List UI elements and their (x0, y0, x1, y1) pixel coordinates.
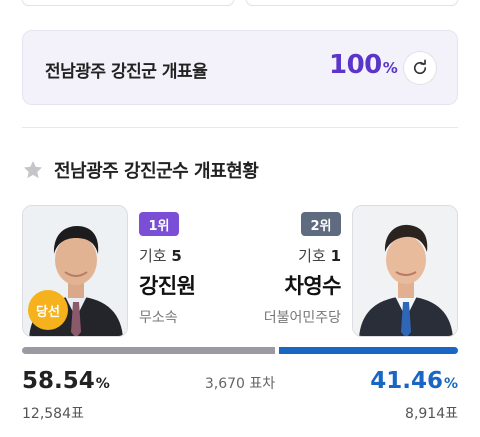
rank-badge-1: 1위 (139, 212, 179, 236)
candidate-2-name[interactable]: 차영수 (285, 270, 342, 300)
count-rate-card: 전남광주 강진군 개표율 100% (22, 30, 458, 105)
candidate-2-percent: 41.46% (370, 368, 458, 394)
winner-badge: 당선 (28, 290, 68, 330)
refresh-icon (413, 59, 427, 75)
section-title: 전남광주 강진군수 개표현황 (54, 161, 259, 182)
divider (22, 127, 458, 128)
candidate-1-votes: 12,584표 (22, 406, 84, 422)
count-rate-value: 100% (329, 50, 398, 80)
candidate-2-party: 더불어민주당 (263, 310, 341, 326)
count-rate-title: 전남광주 강진군 개표율 (45, 62, 208, 82)
candidate-2-number: 기호 1 (298, 247, 341, 265)
top-card-right (246, 0, 458, 6)
candidate-1-number: 기호 5 (139, 247, 182, 265)
star-icon[interactable] (22, 159, 44, 181)
candidate-2-portrait (353, 206, 457, 336)
vote-share-bar (22, 347, 458, 354)
top-card-left (22, 0, 234, 6)
candidate-1-photo[interactable]: 당선 (22, 205, 128, 337)
refresh-button[interactable] (403, 51, 437, 85)
candidate-2-votes: 8,914표 (405, 406, 458, 422)
rank-badge-2: 2위 (301, 212, 341, 236)
candidate-2-share-bar (278, 347, 458, 354)
section-header: 전남광주 강진군수 개표현황 (22, 157, 259, 183)
candidate-1-share-bar (22, 347, 275, 354)
candidate-2-photo[interactable] (352, 205, 458, 337)
candidate-1-party: 무소속 (139, 310, 178, 326)
candidate-1-name[interactable]: 강진원 (139, 270, 196, 300)
